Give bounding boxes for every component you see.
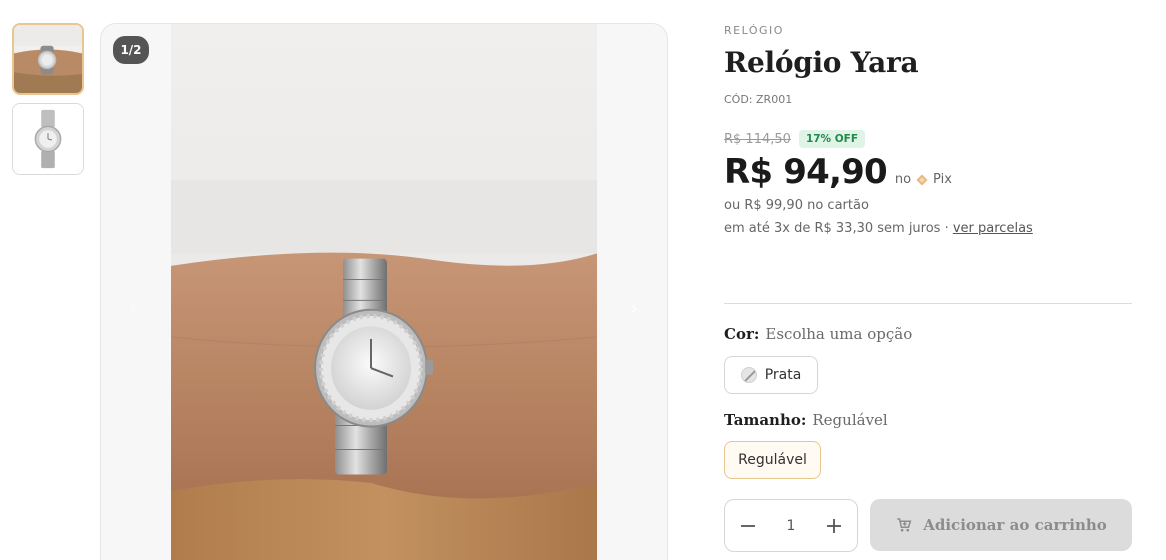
image-counter: 1/2 bbox=[113, 36, 149, 64]
color-option-label: Cor: Escolha uma opção bbox=[724, 325, 912, 343]
size-label: Tamanho: bbox=[724, 411, 807, 429]
discount-badge: 17% OFF bbox=[798, 130, 865, 148]
quantity-value[interactable]: 1 bbox=[787, 518, 796, 534]
size-choice-label: Regulável bbox=[738, 452, 807, 468]
pix-label-group: no Pix bbox=[895, 172, 952, 187]
product-category: RELÓGIO bbox=[724, 24, 784, 37]
thumbnail-list bbox=[12, 23, 84, 183]
previous-image-chevron-icon[interactable]: ‹ bbox=[121, 296, 145, 320]
product-title: Relógio Yara bbox=[724, 46, 919, 79]
product-gallery: 1/2 ‹ › bbox=[100, 23, 668, 560]
size-choice-regulavel[interactable]: Regulável bbox=[724, 441, 821, 479]
minus-icon[interactable] bbox=[737, 515, 759, 537]
color-choice-label: Prata bbox=[764, 367, 802, 383]
main-product-image bbox=[171, 24, 597, 560]
old-price: R$ 114,50 bbox=[724, 131, 791, 147]
divider bbox=[724, 303, 1132, 304]
wrist-photo-thumbnail-image bbox=[14, 25, 82, 93]
next-image-chevron-icon[interactable]: › bbox=[622, 296, 646, 320]
cart-icon bbox=[897, 518, 912, 532]
color-choice-prata[interactable]: Prata bbox=[724, 356, 818, 394]
product-sku: CÓD: ZR001 bbox=[724, 93, 793, 106]
add-to-cart-label: Adicionar ao carrinho bbox=[923, 516, 1107, 534]
color-value: Escolha uma opção bbox=[765, 325, 913, 343]
product-info: RELÓGIO Relógio Yara CÓD: ZR001 R$ 114,5… bbox=[724, 24, 1132, 236]
installments-link[interactable]: ver parcelas bbox=[953, 221, 1033, 236]
pix-label: Pix bbox=[933, 172, 952, 187]
thumbnail-product-photo[interactable] bbox=[12, 103, 84, 175]
current-price: R$ 94,90 bbox=[724, 152, 888, 192]
add-to-cart-button[interactable]: Adicionar ao carrinho bbox=[870, 499, 1132, 551]
plus-icon[interactable] bbox=[823, 515, 845, 537]
product-photo-thumbnail-image bbox=[13, 104, 83, 174]
pix-prefix: no bbox=[894, 172, 912, 187]
installments-text: em até 3x de R$ 33,30 sem juros · bbox=[724, 221, 953, 236]
pix-icon bbox=[916, 174, 928, 185]
color-label: Cor: bbox=[724, 325, 760, 343]
size-value: Regulável bbox=[812, 411, 888, 429]
silver-swatch-icon bbox=[740, 367, 757, 383]
size-option-label: Tamanho: Regulável bbox=[724, 411, 888, 429]
installments-info: em até 3x de R$ 33,30 sem juros · ver pa… bbox=[724, 221, 1132, 236]
quantity-stepper: 1 bbox=[724, 499, 858, 552]
card-price: ou R$ 99,90 no cartão bbox=[724, 198, 869, 213]
thumbnail-wrist-photo[interactable] bbox=[12, 23, 84, 95]
